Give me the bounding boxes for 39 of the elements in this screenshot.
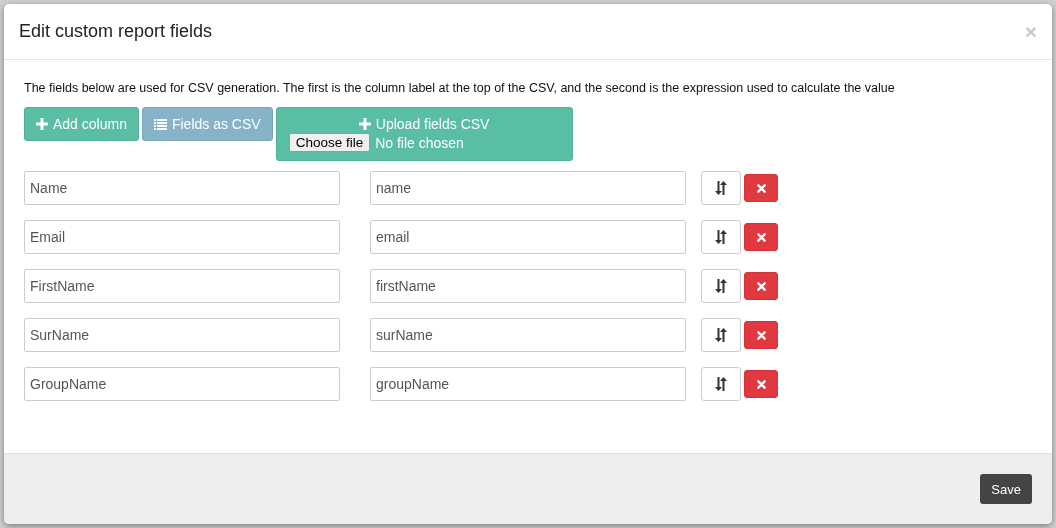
- close-icon: [756, 281, 766, 291]
- expression-field[interactable]: name: [370, 171, 686, 205]
- close-icon: [756, 232, 766, 242]
- label-field[interactable]: GroupName: [24, 367, 340, 401]
- sort-arrows-icon: [715, 230, 727, 244]
- plus-icon: [36, 118, 48, 130]
- sort-button[interactable]: [701, 269, 741, 303]
- description-text: The fields below are used for CSV generation. The first is the column label at the top of the CSV, and the second is the expression used to calculate the value: [24, 81, 896, 95]
- close-icon: [756, 379, 766, 389]
- label-field[interactable]: Name: [24, 171, 340, 205]
- sort-arrows-icon: [715, 181, 727, 195]
- label-field[interactable]: FirstName: [24, 269, 340, 303]
- sort-button[interactable]: [701, 367, 741, 401]
- sort-button[interactable]: [701, 318, 741, 352]
- plus-icon: [358, 118, 371, 130]
- expression-field[interactable]: firstName: [370, 269, 686, 303]
- close-icon: [756, 183, 766, 193]
- close-icon: [756, 330, 766, 340]
- expression-field[interactable]: groupName: [370, 367, 686, 401]
- modal-title: Edit custom report fields: [19, 21, 213, 42]
- sort-button[interactable]: [701, 171, 741, 205]
- delete-button[interactable]: [744, 272, 778, 300]
- expression-field[interactable]: surName: [370, 318, 686, 352]
- upload-label: Upload fields CSV: [375, 116, 490, 132]
- delete-button[interactable]: [744, 174, 778, 202]
- sort-button[interactable]: [701, 220, 741, 254]
- delete-button[interactable]: [744, 370, 778, 398]
- label-field[interactable]: Email: [24, 220, 340, 254]
- expression-field[interactable]: email: [370, 220, 686, 254]
- sort-arrows-icon: [715, 328, 727, 342]
- list-icon: [153, 118, 167, 130]
- sort-arrows-icon: [715, 279, 727, 293]
- choose-file-button[interactable]: Choose file: [288, 133, 371, 152]
- sort-arrows-icon: [715, 377, 727, 391]
- label-field[interactable]: SurName: [24, 318, 340, 352]
- file-status: No file chosen: [375, 134, 464, 151]
- save-button[interactable]: Save: [980, 474, 1032, 504]
- delete-button[interactable]: [744, 321, 778, 349]
- delete-button[interactable]: [744, 223, 778, 251]
